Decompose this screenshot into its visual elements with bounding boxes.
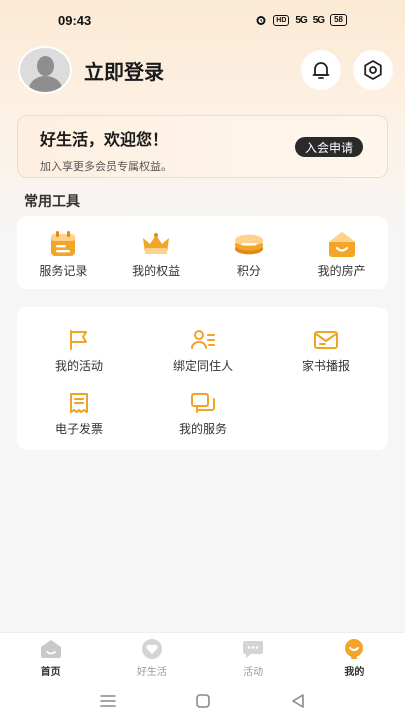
- tab-label: 首页: [40, 666, 61, 678]
- avatar[interactable]: [18, 46, 72, 94]
- tool-service-records[interactable]: 服务记录: [23, 230, 103, 279]
- chat-windows-icon: [189, 390, 217, 416]
- notification-button[interactable]: [301, 50, 341, 90]
- service-e-invoice[interactable]: 电子发票: [19, 390, 139, 437]
- signal-icon: 5G: [295, 14, 307, 26]
- services-card: 我的活动 绑定同住人 家书播报 电子发票 我的服务: [17, 307, 388, 450]
- tool-points[interactable]: 积分: [209, 230, 289, 279]
- service-label: 绑定同住人: [172, 359, 233, 373]
- settings-button[interactable]: [353, 50, 393, 90]
- bell-icon: [312, 62, 330, 79]
- service-my-services[interactable]: 我的服务: [143, 390, 263, 437]
- tool-my-property[interactable]: 我的房产: [302, 230, 382, 279]
- tab-label: 活动: [243, 666, 264, 678]
- section-title: 常用工具: [24, 193, 80, 209]
- tab-home[interactable]: 首页: [11, 638, 91, 678]
- service-label: 我的活动: [54, 359, 103, 373]
- tool-my-benefits[interactable]: 我的权益: [116, 230, 196, 279]
- welcome-card: 好生活，欢迎您！ 加入享更多会员专属权益。 入会申请: [17, 115, 388, 178]
- user-list-icon: [189, 327, 217, 353]
- tab-label: 好生活: [136, 666, 167, 678]
- bottom-tab-bar: 首页 好生活 活动 我的: [0, 632, 405, 682]
- signal-icon-2: 5G: [312, 14, 325, 26]
- tool-label: 我的权益: [132, 264, 181, 278]
- menu-icon[interactable]: [99, 694, 117, 708]
- hd-badge: HD: [273, 14, 290, 26]
- system-nav-bar: [0, 682, 405, 720]
- chat-icon: [242, 638, 264, 660]
- heart-icon: [141, 638, 163, 660]
- house-icon: [326, 230, 358, 258]
- home-square-icon[interactable]: [195, 693, 211, 709]
- calendar-icon: [47, 230, 79, 258]
- membership-apply-button[interactable]: 入会申请: [294, 137, 363, 157]
- tab-label: 我的: [344, 666, 365, 678]
- welcome-subtitle: 加入享更多会员专属权益。: [40, 161, 172, 173]
- coins-icon: [233, 230, 265, 258]
- login-link[interactable]: 立即登录: [84, 56, 289, 85]
- tab-mine[interactable]: 我的: [314, 638, 394, 678]
- tool-label: 积分: [236, 264, 261, 278]
- tool-label: 我的房产: [317, 264, 366, 278]
- service-label: 电子发票: [54, 422, 103, 436]
- crown-icon: [140, 230, 172, 258]
- status-icons: HD 5G 5G 58: [255, 14, 347, 26]
- status-bar: 09:43 HD 5G 5G 58: [0, 0, 405, 40]
- tab-good-life[interactable]: 好生活: [112, 638, 192, 678]
- invoice-icon: [65, 390, 93, 416]
- alarm-icon: [256, 16, 266, 25]
- profile-row: 立即登录: [18, 46, 393, 94]
- service-bind-cohabitant[interactable]: 绑定同住人: [143, 327, 263, 374]
- profile-icon: [343, 638, 365, 660]
- tool-label: 服务记录: [39, 264, 88, 278]
- gear-icon: [364, 60, 382, 80]
- common-tools-card: 服务记录 我的权益 积分 我的房产: [17, 216, 388, 289]
- service-my-activities[interactable]: 我的活动: [19, 327, 139, 374]
- status-time: 09:43: [58, 12, 92, 28]
- back-triangle-icon[interactable]: [290, 693, 306, 709]
- flag-icon: [65, 327, 93, 353]
- service-family-letter[interactable]: 家书播报: [266, 327, 386, 374]
- battery-icon: 58: [330, 14, 347, 26]
- tab-activities[interactable]: 活动: [213, 638, 293, 678]
- service-label: 我的服务: [178, 422, 227, 436]
- service-label: 家书播报: [301, 359, 350, 373]
- home-icon: [40, 638, 62, 660]
- mail-icon: [312, 327, 340, 353]
